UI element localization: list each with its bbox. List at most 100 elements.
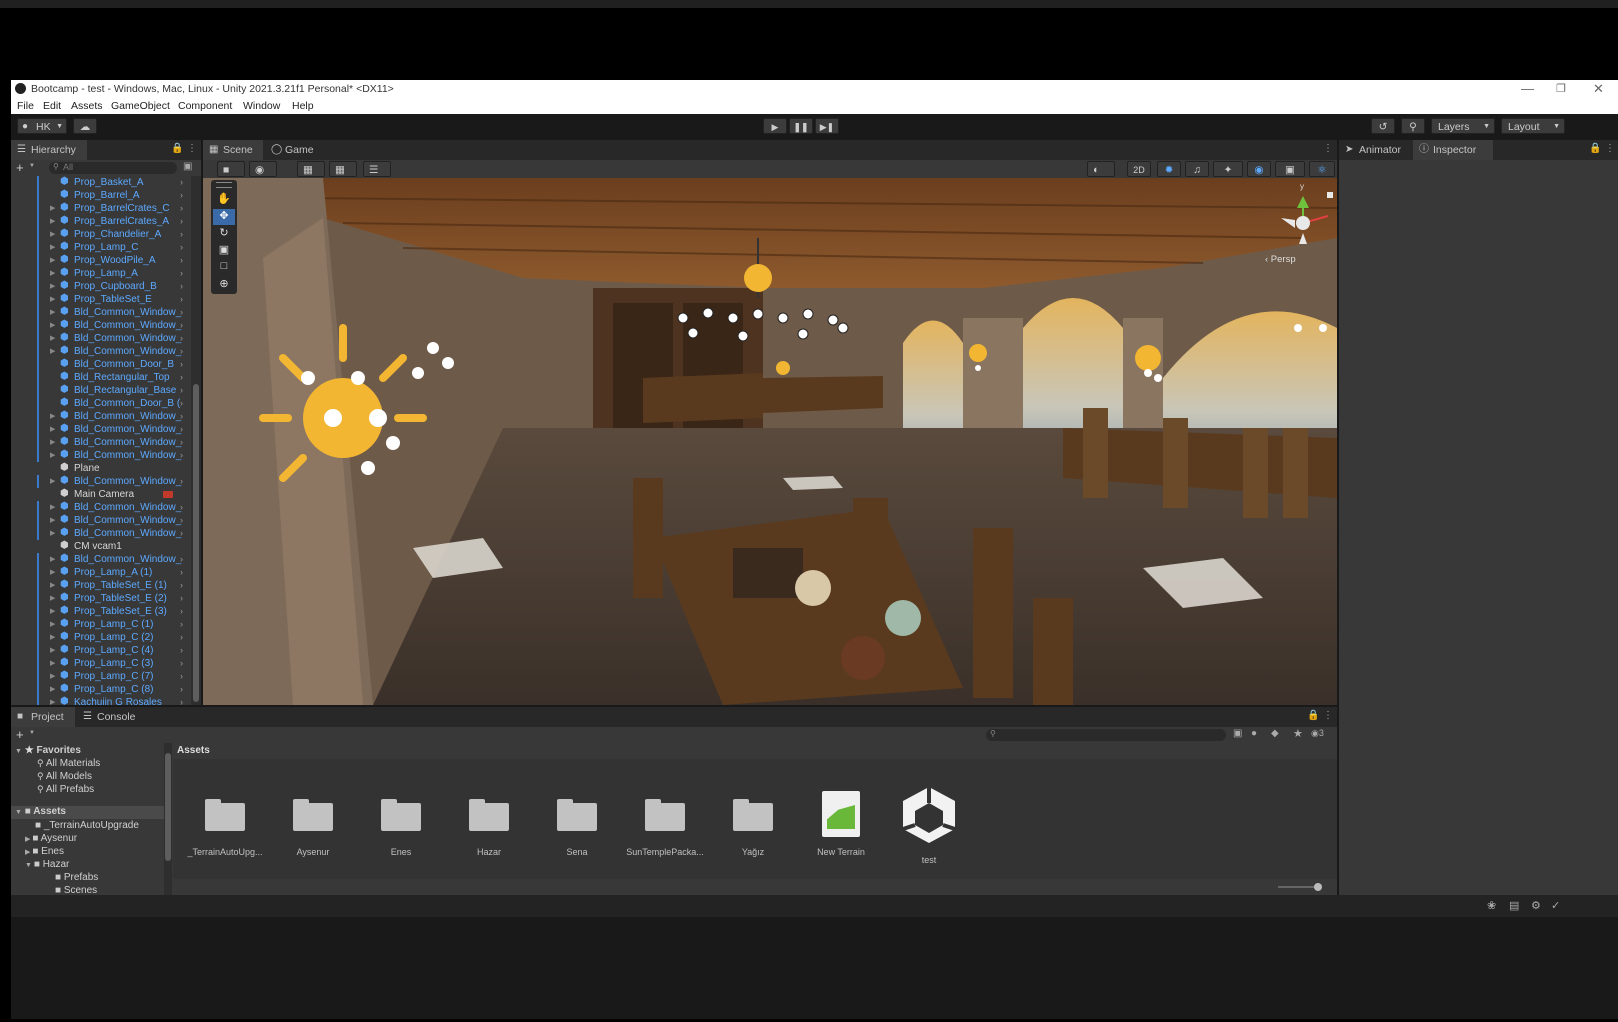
- hierarchy-item[interactable]: ▶ ⬢ Prop_BarrelCrates_C ›: [11, 202, 191, 215]
- undo-history-button[interactable]: ↺: [1371, 118, 1395, 134]
- search-scope-icon[interactable]: ▣: [1233, 728, 1242, 739]
- menu-help[interactable]: Help: [292, 100, 314, 112]
- project-tree-folder[interactable]: ■ Scenes: [45, 885, 97, 895]
- project-tree-folder[interactable]: ▶ ■ Aysenur: [25, 833, 77, 844]
- chevron-right-icon[interactable]: ›: [180, 644, 183, 657]
- tab-game[interactable]: ◯ Game: [265, 140, 321, 160]
- hierarchy-item[interactable]: ▶ ⬢ Bld_Common_Window_ ›: [11, 553, 191, 566]
- layers-dropdown[interactable]: Layers ▼: [1431, 118, 1495, 134]
- expand-arrow-icon[interactable]: ▶: [50, 566, 55, 579]
- chevron-right-icon[interactable]: ›: [180, 501, 183, 514]
- project-tree-folder[interactable]: ▼ ■ Hazar: [25, 859, 69, 870]
- chevron-right-icon[interactable]: ›: [180, 579, 183, 592]
- transform-tool-icon[interactable]: ⊕: [213, 277, 235, 293]
- expand-arrow-icon[interactable]: ▶: [50, 202, 55, 215]
- grid-snap-button[interactable]: ▦: [297, 161, 325, 177]
- chevron-right-icon[interactable]: ›: [180, 657, 183, 670]
- hierarchy-item[interactable]: ▶ ⬢ Bld_Common_Window_ ›: [11, 436, 191, 449]
- play-button[interactable]: ▶: [763, 118, 787, 134]
- chevron-right-icon[interactable]: ›: [180, 527, 183, 540]
- tab-project[interactable]: ■ Project: [11, 707, 75, 727]
- hierarchy-item[interactable]: ▶ ⬢ Prop_Lamp_C (8) ›: [11, 683, 191, 696]
- hierarchy-item[interactable]: ▶ ⬢ Bld_Common_Window_ ›: [11, 306, 191, 319]
- asset-item[interactable]: Aysenur: [269, 799, 357, 857]
- draw-mode-button[interactable]: ■: [217, 161, 245, 177]
- more-options-icon[interactable]: ⋮: [1323, 143, 1333, 154]
- scene-viewport[interactable]: ✋ ✥ ↻ ▣ □ ⊕ ‹ Persp y: [203, 178, 1337, 705]
- chevron-right-icon[interactable]: ›: [180, 605, 183, 618]
- chevron-right-icon[interactable]: ›: [180, 436, 183, 449]
- asset-item[interactable]: _TerrainAutoUpg...: [181, 799, 269, 857]
- expand-arrow-icon[interactable]: ▶: [50, 683, 55, 696]
- chevron-right-icon[interactable]: ›: [180, 475, 183, 488]
- hierarchy-item[interactable]: ⬢ Bld_Common_Door_B (›: [11, 397, 191, 410]
- hierarchy-item[interactable]: ⬢ Main Camera: [11, 488, 191, 501]
- audio-toggle[interactable]: ♫: [1185, 161, 1209, 177]
- assets-root-row[interactable]: ▼ ■ Assets: [11, 806, 171, 819]
- expand-arrow-icon[interactable]: ▶: [50, 241, 55, 254]
- lock-icon[interactable]: 🔒: [1307, 710, 1319, 721]
- ruler-button[interactable]: ☰: [363, 161, 391, 177]
- chevron-right-icon[interactable]: ›: [180, 306, 183, 319]
- lock-icon[interactable]: 🔒: [1589, 143, 1601, 154]
- hierarchy-item[interactable]: ▶ ⬢ Prop_Cupboard_B ›: [11, 280, 191, 293]
- expand-arrow-icon[interactable]: ▶: [50, 527, 55, 540]
- hand-tool-icon[interactable]: ✋: [213, 192, 235, 208]
- chevron-right-icon[interactable]: ›: [180, 319, 183, 332]
- hierarchy-item[interactable]: ▶ ⬢ Bld_Common_Window_ ›: [11, 423, 191, 436]
- pause-button[interactable]: ❚❚: [789, 118, 813, 134]
- visibility-toggle[interactable]: ◉: [1247, 161, 1271, 177]
- expand-arrow-icon[interactable]: ▶: [50, 267, 55, 280]
- hierarchy-item[interactable]: ▶ ⬢ Kachujin G Rosales ›: [11, 696, 191, 705]
- chevron-right-icon[interactable]: ›: [180, 618, 183, 631]
- add-icon[interactable]: +: [16, 727, 24, 742]
- asset-item[interactable]: Enes: [357, 799, 445, 857]
- hierarchy-search-input[interactable]: ⚲ All: [49, 162, 177, 174]
- label-icon[interactable]: ◆: [1271, 728, 1279, 739]
- chevron-right-icon[interactable]: ›: [180, 228, 183, 241]
- chevron-right-icon[interactable]: ›: [180, 449, 183, 462]
- expand-arrow-icon[interactable]: ▶: [50, 501, 55, 514]
- chevron-right-icon[interactable]: ›: [180, 683, 183, 696]
- hierarchy-item[interactable]: ⬢ Bld_Common_Door_B ›: [11, 358, 191, 371]
- hierarchy-item[interactable]: ▶ ⬢ Prop_Chandelier_A ›: [11, 228, 191, 241]
- chevron-right-icon[interactable]: ›: [180, 566, 183, 579]
- hierarchy-item[interactable]: ▶ ⬢ Prop_Lamp_A ›: [11, 267, 191, 280]
- lock-icon[interactable]: 🔒: [171, 143, 183, 154]
- hierarchy-item[interactable]: ▶ ⬢ Prop_Lamp_C (1) ›: [11, 618, 191, 631]
- hierarchy-item[interactable]: ▶ ⬢ Prop_Lamp_A (1) ›: [11, 566, 191, 579]
- expand-arrow-icon[interactable]: ▶: [50, 228, 55, 241]
- menu-assets[interactable]: Assets: [71, 100, 103, 112]
- move-tool-icon[interactable]: ✥: [213, 209, 235, 225]
- expand-arrow-icon[interactable]: ▶: [50, 618, 55, 631]
- hierarchy-item[interactable]: ▶ ⬢ Prop_Lamp_C (3) ›: [11, 657, 191, 670]
- chevron-right-icon[interactable]: ›: [180, 176, 183, 189]
- tab-animator[interactable]: ➤ Animator: [1339, 140, 1411, 160]
- hierarchy-item[interactable]: ▶ ⬢ Prop_TableSet_E ›: [11, 293, 191, 306]
- expand-arrow-icon[interactable]: ▶: [50, 410, 55, 423]
- chevron-right-icon[interactable]: ›: [180, 202, 183, 215]
- hierarchy-item[interactable]: ▶ ⬢ Prop_Lamp_C ›: [11, 241, 191, 254]
- 2d-toggle[interactable]: 2D: [1127, 161, 1151, 177]
- camera-settings-button[interactable]: ▣: [1275, 161, 1305, 177]
- expand-arrow-icon[interactable]: ▶: [50, 436, 55, 449]
- hierarchy-item[interactable]: ⬢ Bld_Rectangular_Base ›: [11, 384, 191, 397]
- pivot-button[interactable]: ◉: [249, 161, 277, 177]
- expand-arrow-icon[interactable]: ▶: [50, 670, 55, 683]
- rect-tool-icon[interactable]: □: [213, 260, 235, 276]
- expand-arrow-icon[interactable]: ▶: [50, 280, 55, 293]
- chevron-right-icon[interactable]: ›: [180, 592, 183, 605]
- step-button[interactable]: ▶❚: [815, 118, 839, 134]
- expand-arrow-icon[interactable]: ▶: [50, 215, 55, 228]
- project-search-input[interactable]: ⚲: [986, 729, 1226, 741]
- star-icon[interactable]: ★: [1293, 727, 1303, 740]
- hierarchy-item[interactable]: ▶ ⬢ Prop_Lamp_C (7) ›: [11, 670, 191, 683]
- project-tree-scrollbar[interactable]: [164, 743, 172, 895]
- tab-inspector[interactable]: ⓘ Inspector: [1413, 140, 1493, 160]
- chevron-right-icon[interactable]: ›: [180, 267, 183, 280]
- asset-item[interactable]: SunTemplePacka...: [621, 799, 709, 857]
- chevron-right-icon[interactable]: ›: [180, 631, 183, 644]
- expand-arrow-icon[interactable]: ▶: [50, 293, 55, 306]
- hierarchy-item[interactable]: ▶ ⬢ Bld_Common_Window_ ›: [11, 410, 191, 423]
- chevron-right-icon[interactable]: ›: [180, 397, 183, 410]
